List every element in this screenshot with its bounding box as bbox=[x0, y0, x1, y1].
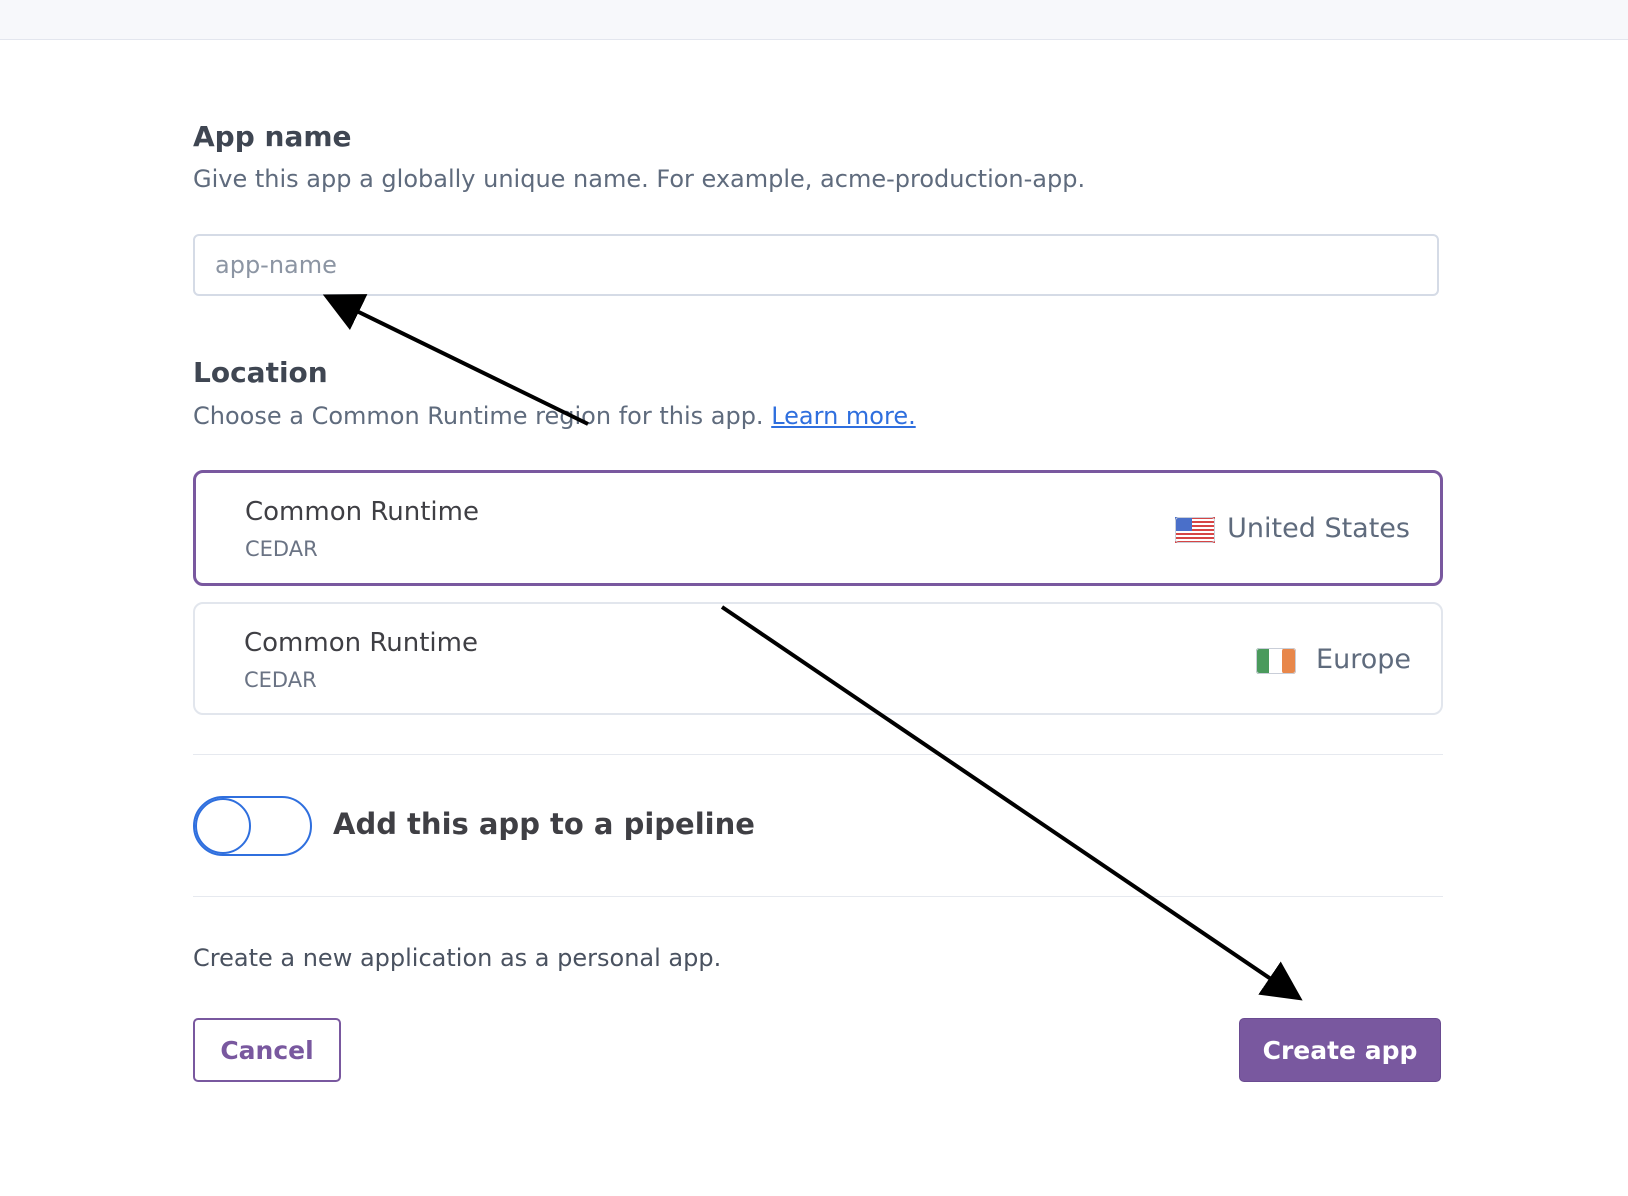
region-runtime-name: Common Runtime bbox=[245, 497, 479, 527]
cancel-button[interactable]: Cancel bbox=[193, 1018, 341, 1082]
ireland-flag-icon bbox=[1256, 648, 1296, 678]
location-description-text: Choose a Common Runtime region for this … bbox=[193, 402, 764, 430]
location-title: Location bbox=[193, 356, 328, 389]
region-location-label: Europe bbox=[1316, 644, 1411, 675]
toggle-knob bbox=[195, 798, 251, 854]
region-runtime-name: Common Runtime bbox=[244, 628, 478, 658]
create-app-button[interactable]: Create app bbox=[1239, 1018, 1441, 1082]
pipeline-toggle-label: Add this app to a pipeline bbox=[333, 807, 755, 841]
app-name-description: Give this app a globally unique name. Fo… bbox=[193, 165, 1086, 193]
region-location-label: United States bbox=[1227, 513, 1410, 544]
region-option-europe[interactable]: Common Runtime CEDAR Europe bbox=[193, 602, 1443, 715]
pipeline-toggle[interactable] bbox=[193, 796, 312, 856]
location-description: Choose a Common Runtime region for this … bbox=[193, 402, 916, 430]
divider bbox=[193, 754, 1443, 755]
app-name-input[interactable] bbox=[193, 234, 1439, 296]
app-name-title: App name bbox=[193, 120, 352, 153]
region-option-united-states[interactable]: Common Runtime CEDAR United States bbox=[193, 470, 1443, 586]
divider bbox=[193, 896, 1443, 897]
top-bar bbox=[0, 0, 1628, 40]
us-flag-icon bbox=[1175, 517, 1215, 547]
personal-app-note: Create a new application as a personal a… bbox=[193, 944, 722, 972]
region-runtime-code: CEDAR bbox=[244, 668, 317, 692]
region-runtime-code: CEDAR bbox=[245, 537, 318, 561]
learn-more-link[interactable]: Learn more. bbox=[771, 402, 916, 430]
